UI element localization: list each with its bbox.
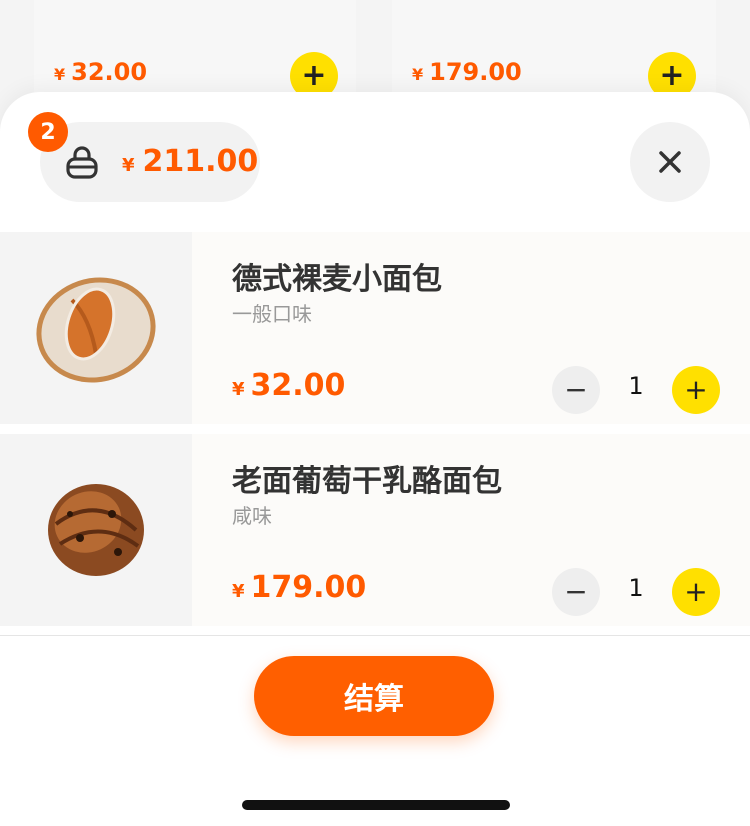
cart-item: 老面葡萄干乳酪面包 咸味 ¥ 179.00 − 1 + [0,434,750,626]
item-price: ¥ 179.00 [232,570,366,605]
divider [0,635,750,636]
checkout-button[interactable]: 结算 [254,656,494,736]
price-value: 179.00 [250,570,367,605]
item-flavor: 咸味 [232,504,272,528]
total-value: 211.00 [142,144,259,179]
cart-count-badge: 2 [28,112,68,152]
currency-symbol: ¥ [122,155,135,176]
close-button[interactable] [630,122,710,202]
item-name: 德式裸麦小面包 [232,262,442,297]
decrease-quantity-button[interactable]: − [552,568,600,616]
shopping-basket-icon [64,145,100,181]
product-image [0,232,192,424]
product-image [0,434,192,626]
cart-total: ¥ 211.00 [122,144,258,179]
increase-quantity-button[interactable]: + [672,568,720,616]
price-value: 32.00 [250,368,346,403]
currency-symbol: ¥ [54,65,66,84]
product-price: ¥ 179.00 [412,58,522,86]
item-name: 老面葡萄干乳酪面包 [232,464,502,499]
cart-sheet: 2 ¥ 211.00 德式裸麦小面包 一般口味 ¥ 32.00 − 1 + 老面… [0,92,750,826]
home-indicator [242,800,510,810]
currency-symbol: ¥ [232,581,245,602]
product-price: ¥ 32.00 [54,58,147,86]
close-icon [659,151,681,173]
currency-symbol: ¥ [232,379,245,400]
quantity-value: 1 [628,574,644,602]
quantity-value: 1 [628,372,644,400]
item-flavor: 一般口味 [232,302,312,326]
item-price: ¥ 32.00 [232,368,345,403]
cart-item: 德式裸麦小面包 一般口味 ¥ 32.00 − 1 + [0,232,750,424]
currency-symbol: ¥ [412,65,424,84]
increase-quantity-button[interactable]: + [672,366,720,414]
price-value: 179.00 [429,58,522,86]
decrease-quantity-button[interactable]: − [552,366,600,414]
price-value: 32.00 [71,58,148,86]
